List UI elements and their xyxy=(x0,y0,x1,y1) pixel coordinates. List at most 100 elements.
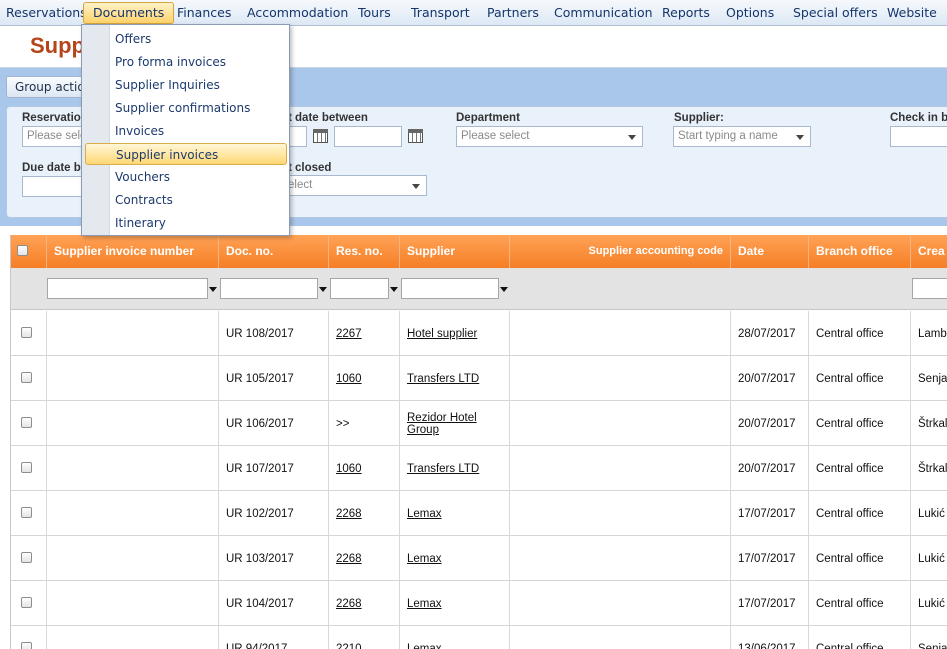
cell-invoice-number xyxy=(47,311,219,356)
menu-item-supplier-invoices[interactable]: Supplier invoices xyxy=(85,143,287,165)
cell-res-no-text[interactable]: 2268 xyxy=(336,598,362,610)
cell-supplier-text[interactable]: Lemax xyxy=(407,598,442,610)
cell-created-text: Lukić xyxy=(918,597,945,610)
res-no-filter[interactable] xyxy=(330,278,389,299)
cell-res-no: 2210 xyxy=(329,626,400,649)
menu-reservations[interactable]: Reservations xyxy=(4,0,89,26)
cell-date-text: 13/06/2017 xyxy=(738,642,796,649)
supplier-select[interactable]: Start typing a name xyxy=(673,126,811,147)
table-row[interactable]: UR 103/2017 2268 Lemax 17/07/2017 Central of… xyxy=(11,536,947,581)
cell-res-no-text[interactable]: 1060 xyxy=(336,373,362,385)
menu-reports[interactable]: Reports xyxy=(660,0,712,26)
chevron-down-icon xyxy=(412,184,420,189)
table-row[interactable]: UR 106/2017 >> Rezidor Hotel Group 20/07/20… xyxy=(11,401,947,446)
menu-partners[interactable]: Partners xyxy=(485,0,541,26)
supplier-filter[interactable] xyxy=(401,278,499,299)
chevron-down-icon[interactable] xyxy=(209,287,217,292)
table-row[interactable]: UR 107/2017 1060 Transfers LTD 20/07/2017 Ce… xyxy=(11,446,947,491)
chevron-down-icon[interactable] xyxy=(500,287,508,292)
cell-supplier-text[interactable]: Rezidor Hotel Group xyxy=(407,412,487,436)
group-actions-button[interactable]: Group actio xyxy=(6,76,86,98)
row-checkbox[interactable] xyxy=(21,462,32,473)
col-created[interactable]: Crea xyxy=(911,235,947,268)
cell-branch-office-text: Central office xyxy=(816,327,884,340)
row-checkbox[interactable] xyxy=(21,552,32,563)
cell-created-text: Lukić xyxy=(918,507,945,520)
cell-supplier-text[interactable]: Lemax xyxy=(407,643,442,649)
menu-item-offers[interactable]: Offers xyxy=(115,28,151,50)
row-select xyxy=(11,446,47,491)
chevron-down-icon[interactable] xyxy=(390,287,398,292)
grid-header: Supplier invoice number Doc. no. Res. no… xyxy=(11,235,947,268)
menu-tours[interactable]: Tours xyxy=(356,0,393,26)
menu-transport[interactable]: Transport xyxy=(409,0,472,26)
menu-options[interactable]: Options xyxy=(724,0,776,26)
menu-item-contracts[interactable]: Contracts xyxy=(115,189,173,211)
calendar-icon[interactable] xyxy=(408,129,423,143)
date-to-input[interactable] xyxy=(334,126,402,147)
menu-item-supplier-inquiries[interactable]: Supplier Inquiries xyxy=(115,74,220,96)
table-row[interactable]: UR 108/2017 2267 Hotel supplier 28/07/2017 C… xyxy=(11,311,947,356)
date-from-input[interactable] xyxy=(287,126,307,147)
col-supplier-accounting-code[interactable]: Supplier accounting code xyxy=(510,235,731,268)
cell-supplier-text[interactable]: Transfers LTD xyxy=(407,373,479,385)
cell-created: Lukić xyxy=(911,491,947,536)
col-supplier[interactable]: Supplier xyxy=(400,235,510,268)
cell-supplier-text[interactable]: Transfers LTD xyxy=(407,463,479,475)
cell-supplier-text[interactable]: Lemax xyxy=(407,508,442,520)
row-checkbox[interactable] xyxy=(21,327,32,338)
menu-finances[interactable]: Finances xyxy=(175,0,233,26)
row-checkbox[interactable] xyxy=(21,597,32,608)
closed-label: t closed xyxy=(288,162,332,174)
menu-website[interactable]: Website xyxy=(885,0,939,26)
cell-created: Lukić xyxy=(911,536,947,581)
row-checkbox[interactable] xyxy=(21,507,32,518)
table-row[interactable]: UR 94/2017 2210 Lemax 13/06/2017 Central off… xyxy=(11,626,947,649)
menu-item-vouchers[interactable]: Vouchers xyxy=(115,166,170,188)
department-label: Department xyxy=(456,112,520,124)
menu-special-offers[interactable]: Special offers xyxy=(791,0,880,26)
department-select[interactable]: Please select xyxy=(456,126,643,147)
col-date[interactable]: Date xyxy=(731,235,809,268)
cell-date: 28/07/2017 xyxy=(731,311,809,356)
cell-supplier-text[interactable]: Lemax xyxy=(407,553,442,565)
invoice-number-filter[interactable] xyxy=(47,278,208,299)
menu-accommodation[interactable]: Accommodation xyxy=(245,0,350,26)
cell-supplier-text[interactable]: Hotel supplier xyxy=(407,328,477,340)
row-select xyxy=(11,581,47,626)
cell-res-no-text[interactable]: 2268 xyxy=(336,553,362,565)
cell-branch-office: Central office xyxy=(809,356,911,401)
menu-communication[interactable]: Communication xyxy=(552,0,655,26)
menu-item-supplier-confirmations[interactable]: Supplier confirmations xyxy=(115,97,250,119)
cell-invoice-number xyxy=(47,626,219,649)
created-filter[interactable] xyxy=(912,278,947,299)
cell-invoice-number xyxy=(47,581,219,626)
col-doc-no[interactable]: Doc. no. xyxy=(219,235,329,268)
cell-res-no-text[interactable]: 2268 xyxy=(336,508,362,520)
menu-documents[interactable]: Documents xyxy=(83,2,175,24)
cell-created-text: Štrkalj xyxy=(918,462,947,475)
check-in-input[interactable] xyxy=(890,126,947,147)
menu-item-pro-forma-invoices[interactable]: Pro forma invoices xyxy=(115,51,226,73)
col-branch-office[interactable]: Branch office xyxy=(809,235,911,268)
closed-select[interactable]: elect xyxy=(283,175,427,196)
calendar-icon[interactable] xyxy=(313,129,328,143)
cell-doc-no-text: UR 108/2017 xyxy=(226,327,294,340)
row-checkbox[interactable] xyxy=(21,417,32,428)
table-row[interactable]: UR 105/2017 1060 Transfers LTD 20/07/2017 Ce… xyxy=(11,356,947,401)
cell-created: Lamb xyxy=(911,311,947,356)
cell-res-no-text[interactable]: 2210 xyxy=(336,643,362,649)
row-checkbox[interactable] xyxy=(21,372,32,383)
table-row[interactable]: UR 102/2017 2268 Lemax 17/07/2017 Central of… xyxy=(11,491,947,536)
cell-res-no-text[interactable]: 1060 xyxy=(336,463,362,475)
col-supplier-invoice-number[interactable]: Supplier invoice number xyxy=(47,235,219,268)
menu-item-invoices[interactable]: Invoices xyxy=(115,120,164,142)
table-row[interactable]: UR 104/2017 2268 Lemax 17/07/2017 Central of… xyxy=(11,581,947,626)
row-checkbox[interactable] xyxy=(21,642,32,649)
menu-item-itinerary[interactable]: Itinerary xyxy=(115,212,166,234)
doc-no-filter[interactable] xyxy=(220,278,318,299)
chevron-down-icon[interactable] xyxy=(319,287,327,292)
select-all-checkbox[interactable] xyxy=(17,245,28,256)
col-res-no[interactable]: Res. no. xyxy=(329,235,400,268)
cell-res-no-text[interactable]: 2267 xyxy=(336,328,362,340)
